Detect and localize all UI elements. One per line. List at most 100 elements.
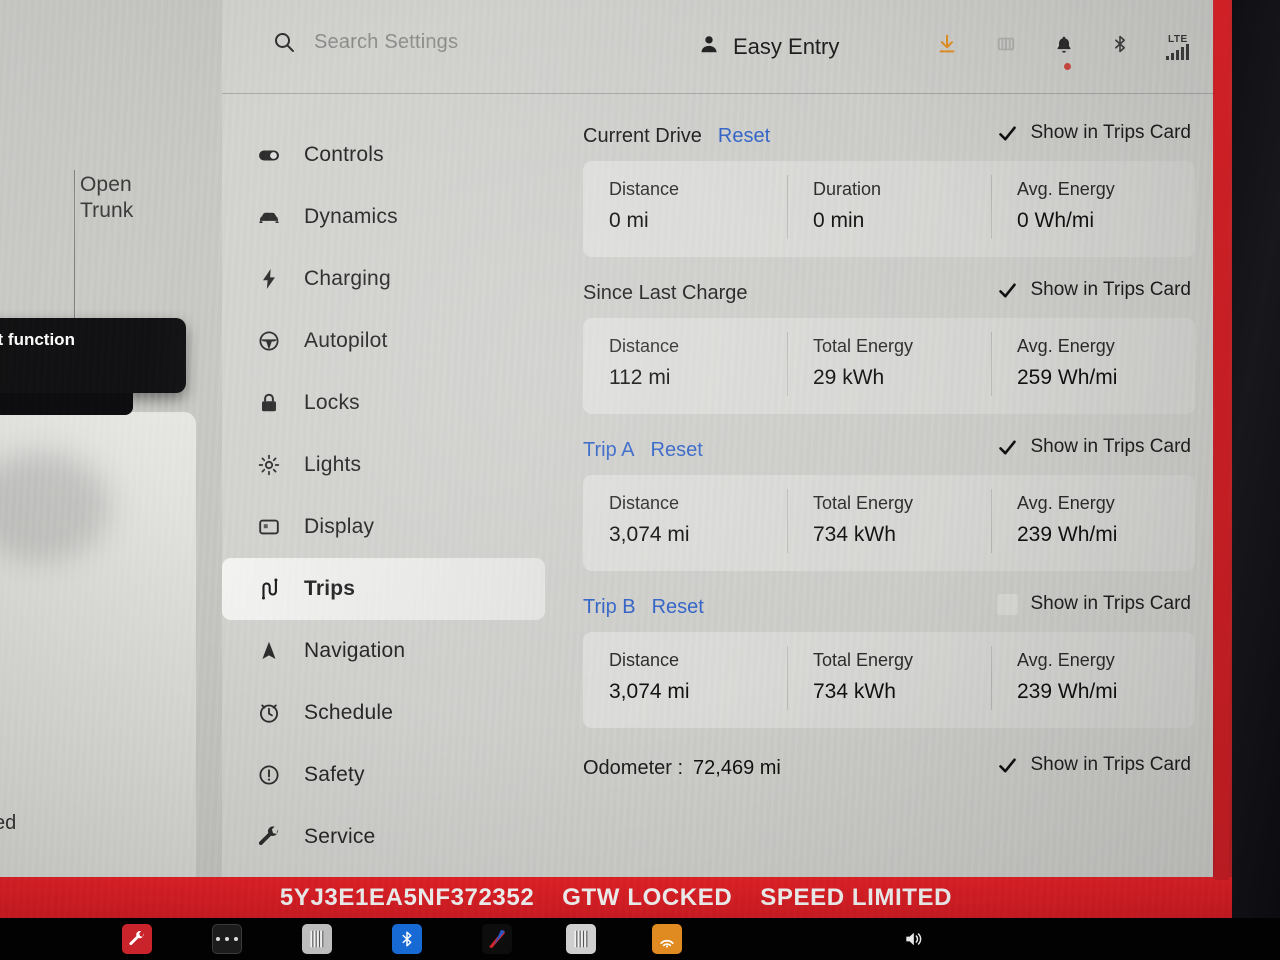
show-in-trips-card-label: Show in Trips Card [1030,436,1191,457]
odometer-show-in-trips-card-label: Show in Trips Card [1030,754,1191,775]
sidebar-item-schedule[interactable]: Schedule [222,682,545,744]
wipers-icon[interactable] [994,33,1018,60]
notification-dot [1064,62,1071,70]
stat-cell: Distance 3,074 mi [583,493,787,571]
search-settings-field[interactable]: Search Settings [272,30,458,54]
sidebar-item-locks[interactable]: Locks [222,372,545,434]
settings-panel: Search Settings Easy Entry LTE Controls … [222,0,1217,877]
sidebar-item-label: Safety [304,763,365,786]
stat-cell: Distance 0 mi [583,179,787,257]
stat-cell: Avg. Energy 259 Wh/mi [991,332,1195,414]
sidebar-item-service[interactable]: Service [222,806,545,868]
stat-value: 259 Wh/mi [1017,366,1118,389]
show-in-trips-card-toggle-since-last-charge[interactable]: Show in Trips Card [997,279,1191,301]
stat-cell: Avg. Energy 239 Wh/mi [991,489,1195,571]
sidebar-item-trips[interactable]: Trips [222,558,545,620]
stat-key: Avg. Energy [1017,493,1115,513]
stat-value: 29 kWh [813,366,885,389]
stat-key: Distance [609,650,680,670]
panel-shadow [0,452,110,562]
reset-button-trip-a[interactable]: Reset [651,439,703,462]
reset-button-current-drive[interactable]: Reset [718,125,770,148]
gateway-status: GTW LOCKED [562,883,733,911]
screen-bezel-right [1232,0,1280,918]
odometer-row: Odometer : 72,469 mi Show in Trips Card [583,748,1195,788]
trip-sections: Current Drive Reset Show in Trips Card Dist… [583,120,1195,728]
empty-checkbox-icon [997,593,1019,615]
sidebar-item-charging[interactable]: Charging [222,248,545,310]
software-update-download-icon[interactable] [936,32,958,61]
trips-content: Current Drive Reset Show in Trips Card Dist… [555,94,1217,877]
bluetooth-icon[interactable] [1110,32,1130,61]
show-in-trips-card-toggle-current-drive[interactable]: Show in Trips Card [997,122,1191,144]
section-header-since-last-charge: Since Last Charge Show in Trips Card [583,277,1195,309]
show-in-trips-card-toggle-trip-b[interactable]: Show in Trips Card [997,593,1191,615]
driver-profile-button[interactable]: Easy Entry [698,33,839,60]
left-controls-strip: Open Trunk [0,0,224,877]
section-title-since-last-charge: Since Last Charge [583,281,748,304]
odometer-show-in-trips-card-toggle[interactable]: Show in Trips Card [997,754,1191,776]
sidebar-item-navigation[interactable]: Navigation [222,620,545,682]
sidebar-item-lights[interactable]: Lights [222,434,545,496]
toggle-switch-icon [256,143,282,167]
signal-bars-icon [1166,43,1189,60]
odometer-value: 72,469 mi [693,756,781,779]
stat-value: 734 kWh [813,523,896,546]
sidebar-item-label: Controls [304,143,384,166]
taskbar-volume-icon[interactable] [898,924,928,954]
search-icon [272,30,296,54]
search-placeholder-text: Search Settings [314,30,459,53]
section-header-trip-b: Trip B Reset Show in Trips Card [583,591,1195,623]
taskbar-service-tool-icon[interactable] [122,924,152,954]
reset-button-trip-b[interactable]: Reset [652,596,704,619]
vin-number: 5YJ3E1EA5NF372352 [279,883,535,911]
screenshot-root: Open Trunk nes may not function ecover e… [0,0,1280,960]
taskbar-bluetooth-icon[interactable] [392,924,422,954]
left-cut-text: ed [0,812,17,834]
stat-key: Avg. Energy [1017,650,1115,670]
taskbar-diagnostics-icon[interactable] [482,924,512,954]
sidebar-item-label: Lights [304,453,362,476]
open-trunk-button[interactable]: Open Trunk [80,172,200,224]
warning-circle-icon [256,763,282,787]
steering-wheel-icon [256,329,282,353]
stat-key: Distance [609,493,680,513]
navigation-arrow-icon [256,639,282,663]
sidebar-item-display[interactable]: Display [222,496,545,558]
stat-cell: Avg. Energy 0 Wh/mi [991,175,1195,257]
person-icon [698,33,720,60]
section-title-trip-b[interactable]: Trip B [583,596,636,619]
section-since-last-charge: Since Last Charge Show in Trips Card Dista… [583,277,1195,414]
stat-cell: Total Energy 734 kWh [787,489,991,571]
stat-cell: Distance 3,074 mi [583,650,787,728]
stat-key: Avg. Energy [1017,179,1115,199]
toast-notification[interactable]: nes may not function ecover [0,318,186,393]
taskbar-ruler-icon[interactable] [566,924,596,954]
stat-card-trip-a: Distance 3,074 mi Total Energy 734 kWh Avg. … [583,475,1195,571]
taskbar-keyboard-icon[interactable] [302,924,332,954]
settings-body: Controls Dynamics Charging Autopilot Locks Li… [222,94,1217,877]
section-title-current-drive: Current Drive [583,124,702,147]
show-in-trips-card-toggle-trip-a[interactable]: Show in Trips Card [997,436,1191,458]
sidebar-item-controls[interactable]: Controls [222,124,545,186]
notification-bell-icon[interactable] [1054,33,1074,70]
speed-status: SPEED LIMITED [760,883,953,911]
stat-key: Total Energy [813,650,914,670]
sidebar-item-label: Trips [304,577,356,600]
taskbar-more-options-icon[interactable] [212,924,242,954]
sidebar-item-label: Schedule [304,701,394,724]
section-title-trip-a[interactable]: Trip A [583,439,635,462]
left-card-panel [0,412,196,877]
lte-signal-indicator: LTE [1166,34,1189,60]
vin-status-bar: 5YJ3E1EA5NF372352 GTW LOCKED SPEED LIMIT… [0,877,1232,918]
driver-profile-name: Easy Entry [733,33,840,59]
sidebar-item-dynamics[interactable]: Dynamics [222,186,545,248]
sidebar-item-autopilot[interactable]: Autopilot [222,310,545,372]
taskbar-wifi-icon[interactable] [652,924,682,954]
lightning-bolt-icon [256,267,282,291]
trunk-divider [74,170,75,330]
toast-tail [0,393,133,415]
stat-value: 112 mi [609,366,671,389]
stat-key: Distance [609,336,680,356]
sidebar-item-safety[interactable]: Safety [222,744,545,806]
